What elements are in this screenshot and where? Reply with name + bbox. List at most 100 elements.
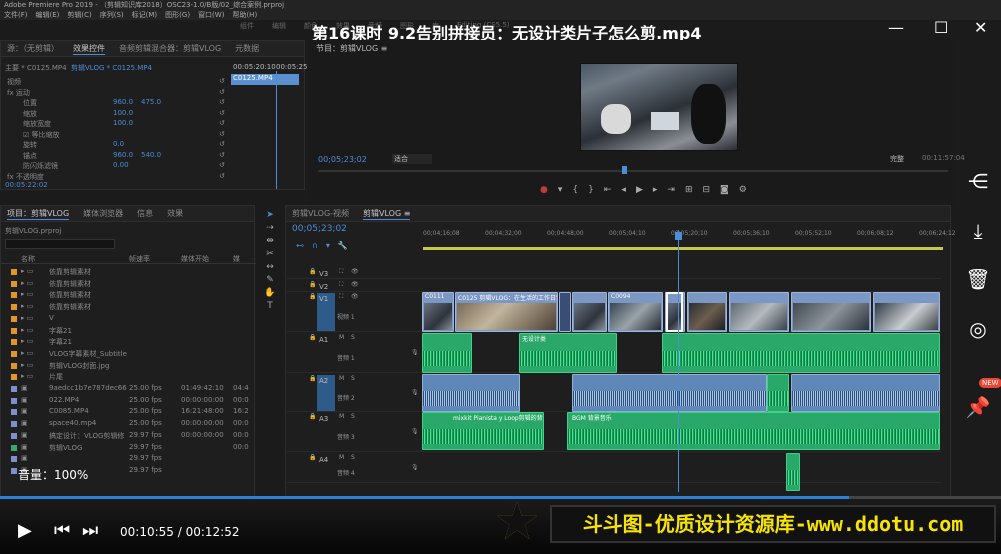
audio-clip[interactable] xyxy=(422,333,472,373)
track-id[interactable]: A2 xyxy=(317,375,335,411)
previous-button[interactable]: ⏮ xyxy=(54,520,70,541)
reset-icon[interactable]: ↺ xyxy=(219,172,225,182)
project-item-name[interactable]: 依靠剪辑素材 xyxy=(49,290,91,300)
project-item-name[interactable]: 依靠剪辑素材 xyxy=(49,279,91,289)
lock-icon[interactable]: 🔒 xyxy=(309,454,316,461)
project-item-name[interactable]: 字幕21 xyxy=(49,337,72,347)
lock-icon[interactable]: 🔒 xyxy=(309,293,316,300)
toggle-output-icon[interactable]: M xyxy=(339,413,344,420)
column-header[interactable]: 媒 xyxy=(233,254,240,264)
add-marker-icon[interactable]: ▾ xyxy=(558,185,563,195)
target-icon[interactable]: ◎ xyxy=(965,316,991,342)
column-header[interactable]: 媒体开始 xyxy=(181,254,209,264)
video-clip[interactable] xyxy=(729,292,789,332)
panel-tab[interactable]: 剪辑VLOG-视频 xyxy=(292,208,349,219)
panel-tab[interactable]: 项目：剪辑VLOG xyxy=(7,208,70,220)
settings-icon[interactable]: ⚙ xyxy=(739,185,747,195)
mic-icon[interactable]: 🎙 xyxy=(411,389,419,396)
toggle-output-icon[interactable]: ⛶ xyxy=(339,281,343,289)
effect-property-value[interactable]: 0.0 xyxy=(113,140,124,150)
reset-icon[interactable]: ↺ xyxy=(219,88,225,98)
next-button[interactable]: ⏭ xyxy=(82,520,98,541)
audio-clip[interactable]: 无设计类 xyxy=(519,333,617,373)
menu-item[interactable]: 窗口(W) xyxy=(198,10,224,20)
program-playhead[interactable] xyxy=(622,166,627,174)
audio-clip[interactable]: mixkit Pianista y Loop剪辑的背景音乐.wav xyxy=(422,412,544,450)
audio-clip[interactable] xyxy=(767,374,789,412)
workspace-tab[interactable]: 编辑 xyxy=(272,21,286,31)
panel-tab[interactable]: 音频剪辑混合器：剪辑VLOG xyxy=(119,43,221,54)
effect-property-value[interactable]: 540.0 xyxy=(141,151,161,161)
effect-property-value[interactable]: 960.0 xyxy=(113,151,133,161)
reset-icon[interactable]: ↺ xyxy=(219,109,225,119)
reset-icon[interactable]: ↺ xyxy=(219,140,225,150)
eye-icon[interactable]: 👁 xyxy=(351,281,359,288)
project-item-name[interactable]: space40.mp4 xyxy=(49,419,96,429)
toggle-output-icon[interactable]: ⛶ xyxy=(339,268,343,276)
eye-icon[interactable]: 👁 xyxy=(351,293,359,300)
panel-tab[interactable]: 效果控件 xyxy=(73,43,105,55)
clip-link[interactable]: 剪辑VLOG * C0125.MP4 xyxy=(71,63,152,73)
slip-tool-icon[interactable]: ↔ xyxy=(266,262,274,272)
project-search-input[interactable] xyxy=(5,239,115,249)
toggle-output-icon[interactable]: M xyxy=(339,375,344,382)
program-scrub-bar[interactable] xyxy=(318,170,948,172)
effect-property-value[interactable]: 100.0 xyxy=(113,109,133,119)
project-item-name[interactable]: 9aedcc1b7e787dec6617aa xyxy=(49,384,127,394)
clip-name-bar[interactable]: C0125.MP4 xyxy=(231,74,299,85)
step-forward-icon[interactable]: ▸ xyxy=(653,185,658,195)
column-header[interactable]: 帧速率 xyxy=(129,254,150,264)
panel-tab[interactable]: 信息 xyxy=(137,208,153,219)
reset-icon[interactable]: ↺ xyxy=(219,77,225,87)
video-clip[interactable] xyxy=(687,292,727,332)
project-item-name[interactable]: 片尾 xyxy=(49,372,63,382)
audio-clip[interactable] xyxy=(786,453,800,491)
mic-icon[interactable]: 🎙 xyxy=(411,464,419,471)
selected-clip[interactable] xyxy=(666,292,683,332)
work-area-bar[interactable] xyxy=(423,247,943,250)
menu-item[interactable]: 标记(M) xyxy=(132,10,158,20)
workspace-tab[interactable]: 组件 xyxy=(240,21,254,31)
share-icon[interactable]: ⋲ xyxy=(965,168,991,194)
lock-icon[interactable]: 🔒 xyxy=(309,413,316,420)
reset-icon[interactable]: ↺ xyxy=(219,98,225,108)
project-item-name[interactable]: VLOG字幕素材_Subtitle_2 xyxy=(49,349,127,359)
lock-icon[interactable]: 🔒 xyxy=(309,334,316,341)
panel-tab[interactable]: 效果 xyxy=(167,208,183,219)
project-item-name[interactable]: 剪辑VLOG封面.jpg xyxy=(49,361,109,371)
eye-icon[interactable]: S xyxy=(351,375,355,382)
menu-item[interactable]: 文件(F) xyxy=(4,10,28,20)
column-header[interactable]: 名称 xyxy=(21,254,35,264)
track-select-icon[interactable]: ⇢ xyxy=(266,223,274,233)
eye-icon[interactable]: 👁 xyxy=(351,268,359,275)
project-item-name[interactable]: C0085.MP4 xyxy=(49,407,89,417)
lock-icon[interactable]: 🔒 xyxy=(309,281,316,288)
track-id[interactable]: A1 xyxy=(317,334,335,372)
type-tool-icon[interactable]: T xyxy=(267,301,273,311)
video-clip[interactable] xyxy=(791,292,871,332)
timeline-playhead[interactable] xyxy=(678,230,679,492)
mark-out-icon[interactable]: } xyxy=(588,185,594,195)
go-to-out-icon[interactable]: ⇥ xyxy=(667,185,675,195)
insert-icon[interactable]: ⊞ xyxy=(685,185,693,195)
reset-icon[interactable]: ↺ xyxy=(219,161,225,171)
toggle-output-icon[interactable]: M xyxy=(339,454,344,461)
effect-property-value[interactable]: 0.00 xyxy=(113,161,129,171)
step-back-icon[interactable]: ◂ xyxy=(621,185,626,195)
menu-item[interactable]: 图形(G) xyxy=(165,10,190,20)
video-clip[interactable]: C0125 剪辑VLOG：在生活的工作日常.mp4 xyxy=(455,292,558,332)
project-item-name[interactable]: 依靠剪辑素材 xyxy=(49,302,91,312)
project-item-name[interactable]: 022.MP4 xyxy=(49,396,79,406)
project-item-name[interactable]: 依靠剪辑素材 xyxy=(49,267,91,277)
mark-in-icon[interactable]: { xyxy=(572,185,578,195)
video-clip[interactable] xyxy=(572,292,607,332)
panel-tab[interactable]: 源：（无剪辑） xyxy=(7,43,59,54)
eye-icon[interactable]: S xyxy=(351,334,355,341)
reset-icon[interactable]: ↺ xyxy=(219,119,225,129)
project-item-name[interactable]: 搞定设计：VLOG剪辑修 xyxy=(49,431,124,441)
pen-tool-icon[interactable]: ✎ xyxy=(266,275,274,285)
eye-icon[interactable]: S xyxy=(351,413,355,420)
delete-icon[interactable]: 🗑 xyxy=(965,266,991,292)
ripple-edit-icon[interactable]: ⇹ xyxy=(266,236,274,246)
reset-icon[interactable]: ↺ xyxy=(219,151,225,161)
